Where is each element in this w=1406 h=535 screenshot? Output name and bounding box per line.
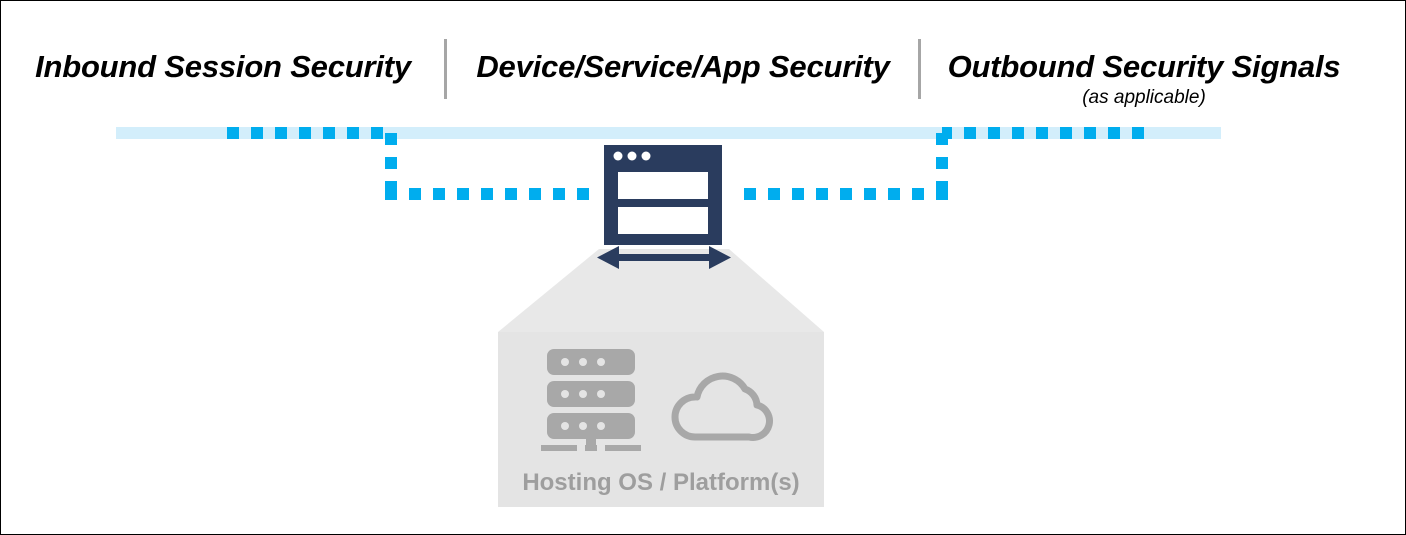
security-diagram-canvas: Inbound Session Security Device/Service/… <box>0 0 1406 535</box>
app-window-icon <box>604 145 722 245</box>
bidirectional-arrow-icon <box>597 246 731 269</box>
